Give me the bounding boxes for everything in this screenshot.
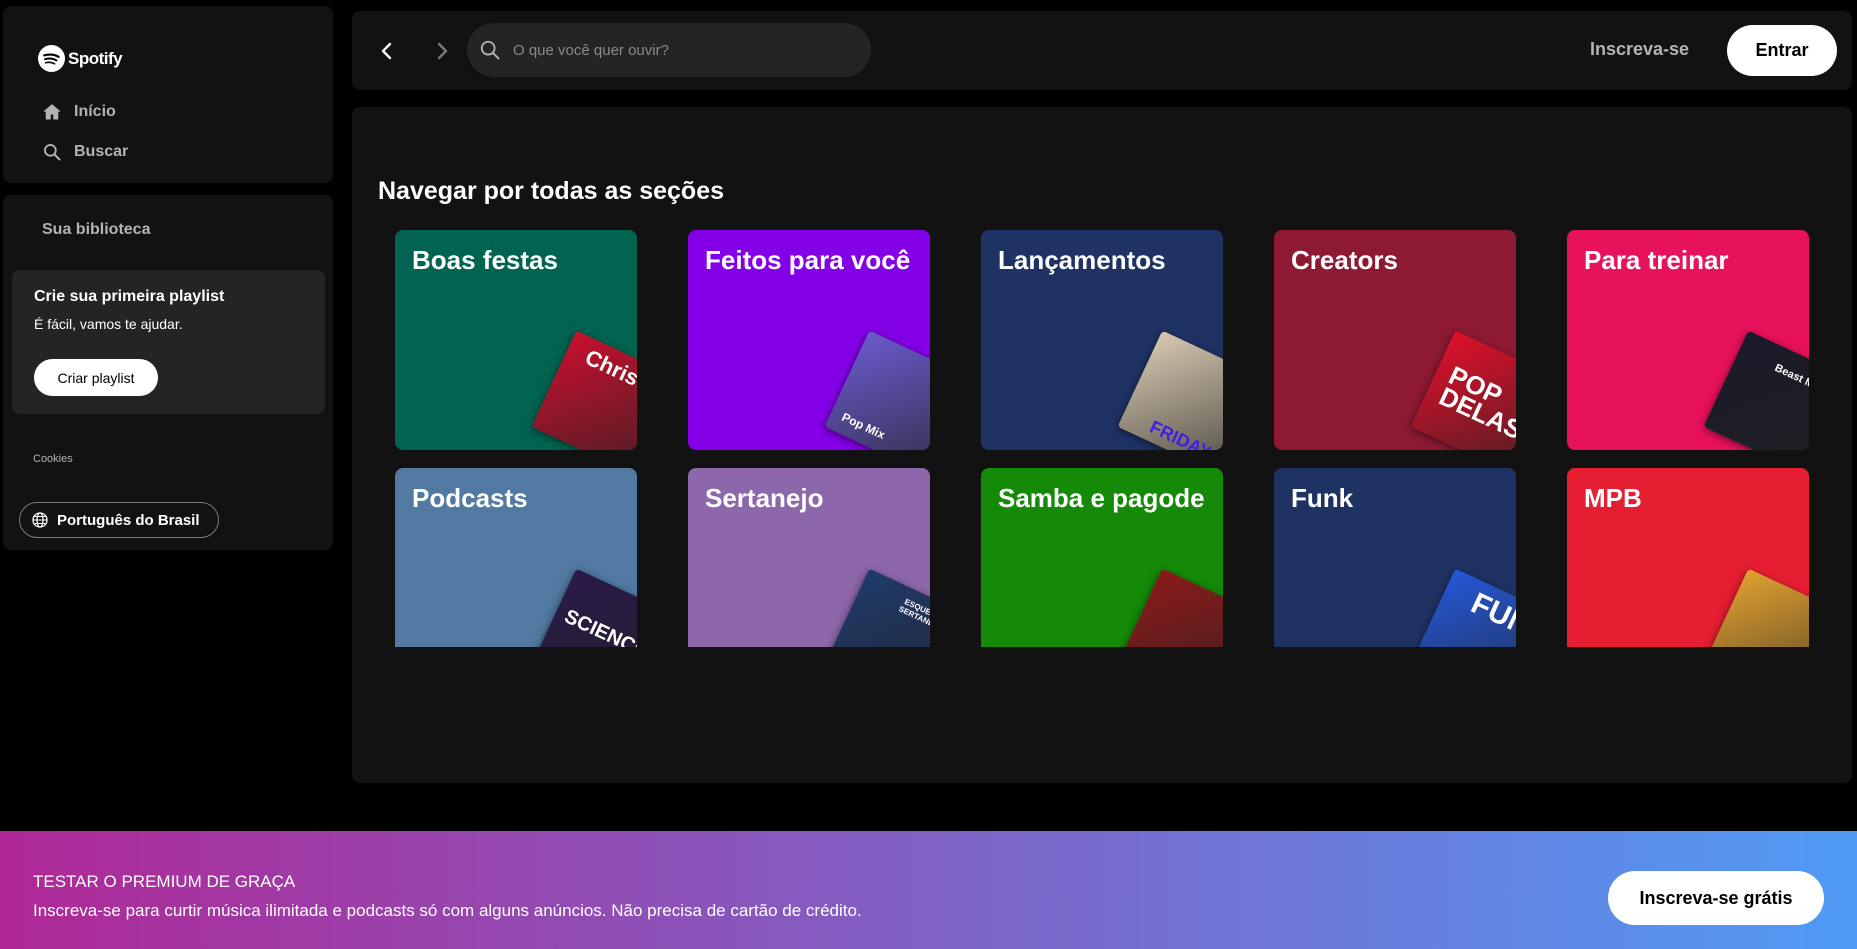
card-cover-art: Christmas Hits (531, 330, 637, 450)
create-playlist-card: Crie sua primeira playlist É fácil, vamo… (12, 270, 325, 414)
card-label: MPB (1584, 483, 1642, 513)
search-input[interactable] (513, 41, 833, 59)
card-label: Para treinar (1584, 245, 1729, 275)
card-cover-art: SCIENCE (531, 568, 637, 647)
library-title[interactable]: Sua biblioteca (42, 221, 150, 239)
back-arrow-icon[interactable] (375, 39, 399, 63)
cover-text: Pop Mix (839, 409, 888, 443)
signup-free-button[interactable]: Inscreva-se grátis (1608, 871, 1824, 925)
category-card-boas-festas[interactable]: Boas festas Christmas Hits (395, 230, 637, 450)
cover-text: FUNK (1466, 586, 1516, 647)
library-panel: Sua biblioteca Crie sua primeira playlis… (3, 195, 333, 550)
card-label: Creators (1291, 245, 1398, 275)
sidebar-nav-panel: Spotify Início Buscar (3, 6, 333, 183)
category-card-lancamentos[interactable]: Lançamentos FRIDAY (981, 230, 1223, 450)
card-cover-art: FUNK (1410, 568, 1516, 647)
category-card-para-treinar[interactable]: Para treinar Beast Mode (1567, 230, 1809, 450)
cover-text: FRIDAY (1146, 416, 1215, 450)
cover-text: SCIENCE (560, 605, 637, 647)
card-cover-art: FRIDAY (1117, 330, 1223, 450)
cover-text: POP DELAS (1434, 360, 1516, 446)
category-card-podcasts[interactable]: Podcasts SCIENCE (395, 468, 637, 647)
card-cover-art (1117, 568, 1223, 647)
promo-title: Crie sua primeira playlist (34, 288, 225, 305)
cover-text: ESQUENTA SERTANEJO (897, 597, 930, 633)
card-cover-art: ESQUENTA SERTANEJO (824, 568, 930, 647)
forward-arrow-icon[interactable] (430, 39, 454, 63)
login-button[interactable]: Entrar (1727, 25, 1837, 76)
card-label: Feitos para você (705, 245, 911, 275)
globe-icon (32, 512, 48, 528)
card-label: Boas festas (412, 245, 558, 275)
search-icon (44, 144, 61, 161)
cover-text: Beast Mode (1772, 361, 1809, 399)
nav-search-label: Buscar (74, 143, 129, 160)
premium-banner[interactable]: TESTAR O PREMIUM DE GRAÇA Inscreva-se pa… (0, 831, 1857, 949)
search-icon (480, 40, 500, 60)
create-playlist-button[interactable]: Criar playlist (34, 359, 158, 396)
nav-home-label: Início (74, 103, 116, 120)
card-label: Funk (1291, 483, 1354, 513)
browse-title: Navegar por todas as seções (378, 177, 724, 205)
card-label: Lançamentos (998, 245, 1166, 275)
main-content: Navegar por todas as seções Boas festas … (352, 107, 1852, 783)
card-cover-art: Pop Mix (824, 330, 930, 450)
signup-link[interactable]: Inscreva-se (1590, 39, 1689, 60)
nav-search[interactable]: Buscar (42, 142, 128, 162)
nav-home[interactable]: Início (42, 102, 116, 122)
category-card-mpb[interactable]: MPB (1567, 468, 1809, 647)
category-grid: Boas festas Christmas Hits Feitos para v… (352, 230, 1852, 647)
cover-text: Christmas Hits (581, 344, 637, 432)
card-label: Samba e pagode (998, 483, 1205, 513)
card-cover-art: POP DELAS (1410, 330, 1516, 450)
search-bar[interactable] (467, 23, 871, 77)
promo-subtitle: É fácil, vamos te ajudar. (34, 316, 183, 332)
card-label: Sertanejo (705, 483, 824, 513)
spotify-logo[interactable]: Spotify (38, 45, 123, 72)
spotify-icon (38, 45, 65, 72)
banner-text: Inscreva-se para curtir música ilimitada… (33, 901, 862, 920)
card-cover-art (1703, 568, 1809, 647)
language-button[interactable]: Português do Brasil (19, 502, 219, 538)
category-card-feitos-para-voce[interactable]: Feitos para você Pop Mix (688, 230, 930, 450)
cookies-link[interactable]: Cookies (33, 453, 73, 465)
banner-title: TESTAR O PREMIUM DE GRAÇA (33, 872, 296, 891)
category-card-creators[interactable]: Creators POP DELAS (1274, 230, 1516, 450)
language-label: Português do Brasil (57, 511, 200, 529)
card-cover-art: Beast Mode (1703, 330, 1809, 450)
card-label: Podcasts (412, 483, 528, 513)
category-card-samba-e-pagode[interactable]: Samba e pagode (981, 468, 1223, 647)
category-card-sertanejo[interactable]: Sertanejo ESQUENTA SERTANEJO (688, 468, 930, 647)
top-bar: Inscreva-se Entrar (352, 11, 1852, 90)
category-card-funk[interactable]: Funk FUNK (1274, 468, 1516, 647)
brand-name: Spotify (68, 48, 123, 68)
home-icon (43, 104, 61, 120)
